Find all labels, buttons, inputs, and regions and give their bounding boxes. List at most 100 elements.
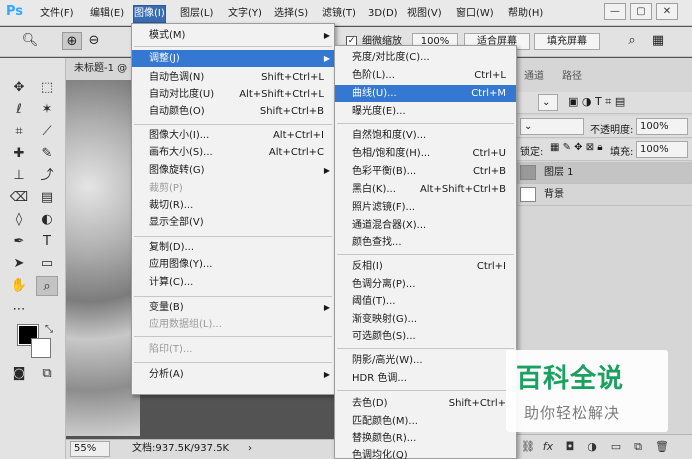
- close-button[interactable]: ✕: [656, 3, 678, 20]
- zoom-in-icon[interactable]: ⊕: [62, 32, 82, 50]
- maximize-button[interactable]: ▢: [630, 3, 652, 20]
- crop-tool-icon[interactable]: ⌗: [8, 122, 30, 142]
- eyedropper-icon[interactable]: ⟋: [36, 122, 58, 142]
- menu-item[interactable]: 显示全部(V): [132, 214, 334, 231]
- menu-item[interactable]: 色调均化(Q): [335, 447, 516, 459]
- menu-item[interactable]: 渐变映射(G)...: [335, 311, 516, 328]
- menu-item[interactable]: 画布大小(S)... Alt+Ctrl+C: [132, 144, 334, 161]
- fill-field[interactable]: 100%: [636, 141, 688, 158]
- menu-item[interactable]: 黑白(K)... Alt+Shift+Ctrl+B: [335, 181, 516, 198]
- screen-mode-icon[interactable]: ⧉: [36, 364, 58, 384]
- menu-item[interactable]: 图像大小(I)... Alt+Ctrl+I: [132, 127, 334, 144]
- menu-item[interactable]: 颜色查找...: [335, 234, 516, 251]
- status-arrow-icon[interactable]: ›: [248, 440, 252, 458]
- menu-file[interactable]: 文件(F): [40, 6, 74, 22]
- menu-item[interactable]: 调整(J) ▶: [132, 50, 334, 67]
- menu-view[interactable]: 视图(V): [407, 6, 442, 22]
- menu-layer[interactable]: 图层(L): [180, 6, 213, 22]
- menu-item[interactable]: 亮度/对比度(C)...: [335, 49, 516, 66]
- zoom-level-field[interactable]: 55%: [70, 441, 110, 457]
- workspace-icon[interactable]: ▦: [648, 32, 668, 50]
- menu-item[interactable]: 应用图像(Y)...: [132, 256, 334, 273]
- magic-wand-icon[interactable]: ✶: [36, 100, 58, 120]
- add-mask-icon[interactable]: ◘: [562, 439, 578, 455]
- menu-help[interactable]: 帮助(H): [508, 6, 543, 22]
- menu-select[interactable]: 选择(S): [274, 6, 308, 22]
- menu-item[interactable]: 反相(I) Ctrl+I: [335, 258, 516, 275]
- minimize-button[interactable]: —: [604, 3, 626, 20]
- search-icon[interactable]: ⌕: [622, 32, 642, 50]
- fx-icon[interactable]: fx: [540, 439, 556, 455]
- menu-item[interactable]: 阴影/高光(W)...: [335, 352, 516, 369]
- gradient-tool-icon[interactable]: ▤: [36, 188, 58, 208]
- new-group-icon[interactable]: ▭: [608, 439, 624, 455]
- layer-row[interactable]: 图层 1: [516, 162, 692, 184]
- marquee-tool-icon[interactable]: ⬚: [36, 78, 58, 98]
- adjustment-layer-icon[interactable]: ◑: [584, 439, 600, 455]
- tab-channels[interactable]: 通道: [524, 66, 544, 88]
- menu-item[interactable]: 替换颜色(R)...: [335, 430, 516, 447]
- hand-tool-icon[interactable]: ✋: [8, 276, 30, 296]
- menu-item[interactable]: 可选颜色(S)...: [335, 328, 516, 345]
- history-brush-icon[interactable]: ⤴: [36, 166, 58, 186]
- menu-item[interactable]: 分析(A) ▶: [132, 366, 334, 383]
- menu-item[interactable]: 色调分离(P)...: [335, 276, 516, 293]
- menu-item[interactable]: 色相/饱和度(H)... Ctrl+U: [335, 145, 516, 162]
- eraser-tool-icon[interactable]: ⌫: [8, 188, 30, 208]
- menu-item[interactable]: 照片滤镜(F)...: [335, 199, 516, 216]
- menu-item[interactable]: HDR 色调...: [335, 370, 516, 387]
- lasso-tool-icon[interactable]: ℓ: [8, 100, 30, 120]
- menu-item[interactable]: 自动色调(N) Shift+Ctrl+L: [132, 69, 334, 86]
- quick-mask-icon[interactable]: ◙: [8, 364, 30, 384]
- dodge-tool-icon[interactable]: ◐: [36, 210, 58, 230]
- menu-window[interactable]: 窗口(W): [456, 6, 494, 22]
- type-tool-icon[interactable]: T: [36, 232, 58, 252]
- layer-row[interactable]: 背景: [516, 184, 692, 206]
- menu-item[interactable]: 变量(B) ▶: [132, 299, 334, 316]
- blur-tool-icon[interactable]: ◊: [8, 210, 30, 230]
- trash-icon[interactable]: 🗑︎: [654, 439, 670, 455]
- menu-item[interactable]: 自然饱和度(V)...: [335, 127, 516, 144]
- menu-item[interactable]: 曲线(U)... Ctrl+M: [335, 85, 516, 102]
- menu-item[interactable]: 色彩平衡(B)... Ctrl+B: [335, 163, 516, 180]
- stamp-tool-icon[interactable]: ⊥: [8, 166, 30, 186]
- background-color-swatch[interactable]: [31, 338, 51, 358]
- menu-item[interactable]: 自动颜色(O) Shift+Ctrl+B: [132, 103, 334, 120]
- healing-brush-icon[interactable]: ✚: [8, 144, 30, 164]
- pen-tool-icon[interactable]: ✒: [8, 232, 30, 252]
- filter-kind-select[interactable]: ⌄: [538, 94, 558, 111]
- lock-icons[interactable]: ▦ ✎ ✥ ⊠ 🔒︎: [550, 142, 603, 153]
- menu-item[interactable]: 模式(M) ▶: [132, 27, 334, 44]
- menu-3d[interactable]: 3D(D): [368, 6, 398, 22]
- tab-paths[interactable]: 路径: [562, 66, 582, 88]
- menu-item[interactable]: 自动对比度(U) Alt+Shift+Ctrl+L: [132, 86, 334, 103]
- menu-item[interactable]: 裁切(R)...: [132, 197, 334, 214]
- menu-filter[interactable]: 滤镜(T): [322, 6, 356, 22]
- new-layer-icon[interactable]: ⧉: [630, 439, 646, 455]
- zoom-tool-box-icon[interactable]: ⌕: [36, 276, 58, 296]
- move-tool-icon[interactable]: ✥: [8, 78, 30, 98]
- more-tools-icon[interactable]: ⋯: [8, 300, 30, 320]
- menu-type[interactable]: 文字(Y): [228, 6, 262, 22]
- opacity-field[interactable]: 100%: [636, 118, 688, 135]
- menu-image[interactable]: 图像(I): [133, 5, 166, 23]
- menu-item[interactable]: 匹配颜色(M)...: [335, 413, 516, 430]
- zoom-out-icon[interactable]: ⊖: [84, 32, 104, 50]
- path-selection-icon[interactable]: ➤: [8, 254, 30, 274]
- canvas[interactable]: [66, 80, 140, 436]
- menu-item[interactable]: 复制(D)...: [132, 239, 334, 256]
- menu-item[interactable]: 通道混合器(X)...: [335, 217, 516, 234]
- menu-edit[interactable]: 编辑(E): [90, 6, 124, 22]
- zoom-tool-icon[interactable]: 🔍︎: [20, 32, 40, 50]
- swap-colors-icon[interactable]: ⤡: [38, 320, 60, 340]
- brush-tool-icon[interactable]: ✎: [36, 144, 58, 164]
- rectangle-tool-icon[interactable]: ▭: [36, 254, 58, 274]
- fill-screen-button[interactable]: 填充屏幕: [534, 33, 600, 50]
- link-layers-icon[interactable]: ⛓: [520, 439, 536, 455]
- blend-mode-select[interactable]: ⌄: [520, 118, 584, 135]
- menu-item[interactable]: 去色(D) Shift+Ctrl+: [335, 395, 516, 412]
- menu-item[interactable]: 阈值(T)...: [335, 293, 516, 310]
- menu-item[interactable]: 图像旋转(G) ▶: [132, 162, 334, 179]
- menu-item[interactable]: 色阶(L)... Ctrl+L: [335, 67, 516, 84]
- menu-item[interactable]: 计算(C)...: [132, 274, 334, 291]
